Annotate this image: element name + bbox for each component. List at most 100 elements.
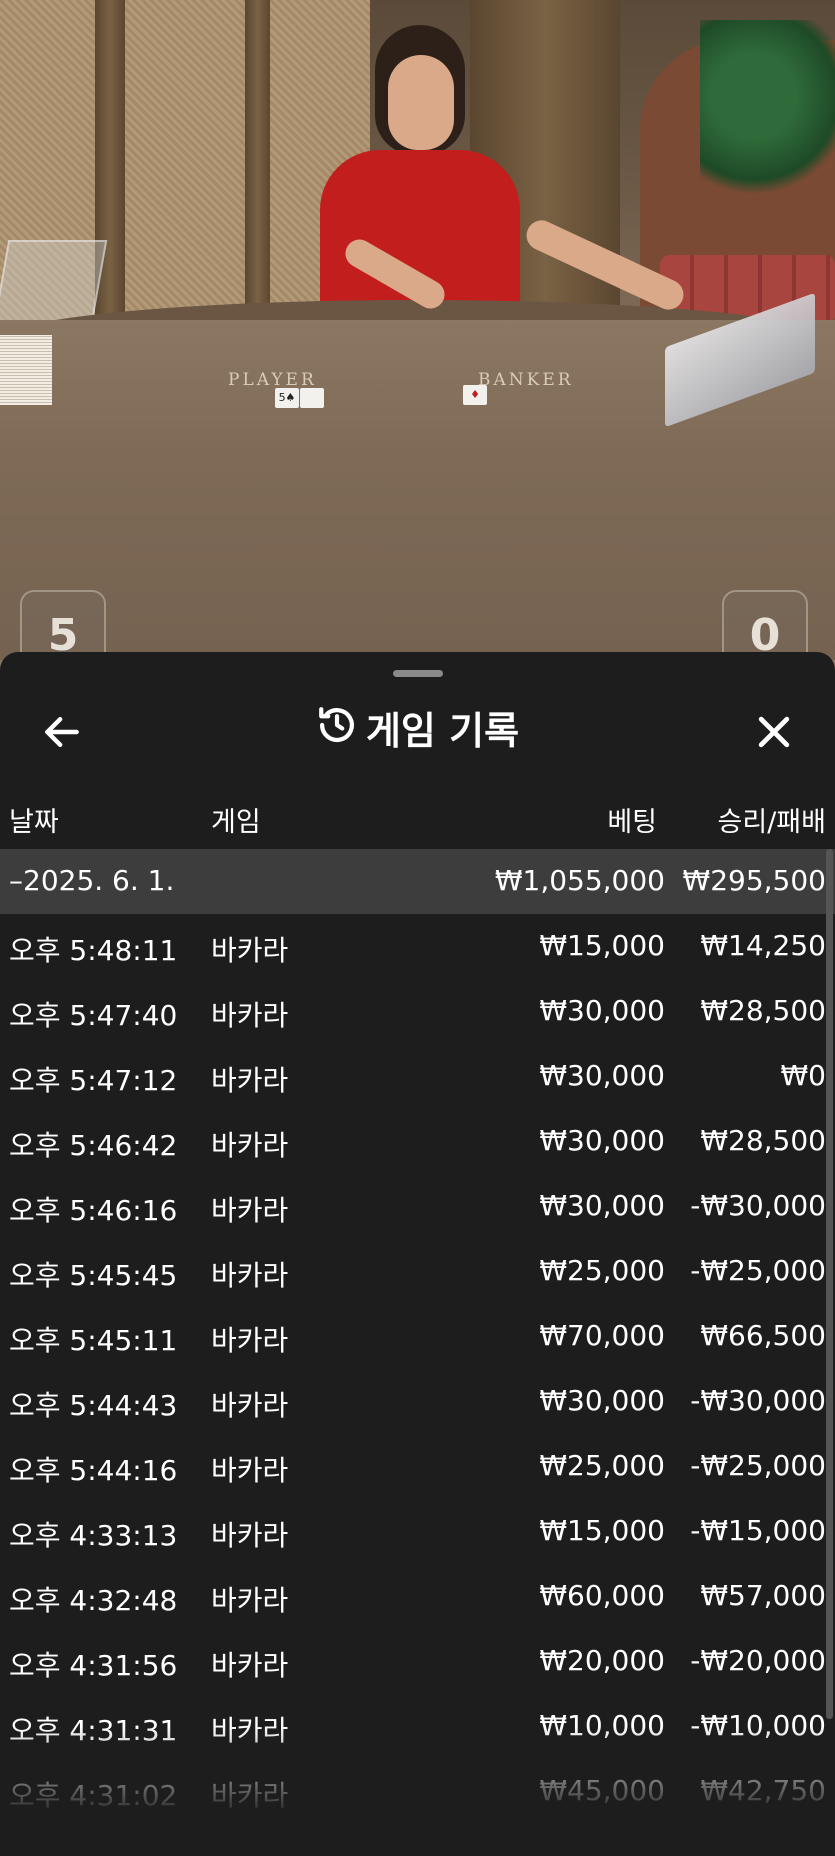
sheet-header: 게임 기록 — [0, 692, 835, 762]
row-game: 바카라 — [211, 1064, 289, 1097]
table-row[interactable]: 오후 5:44:16 바카라 ₩25,000 -₩25,000 — [0, 1434, 835, 1499]
history-icon — [316, 704, 358, 750]
row-time: 오후 5:48:11 — [9, 934, 178, 967]
wall-panel — [125, 0, 245, 320]
row-time: 오후 5:46:42 — [9, 1129, 178, 1162]
live-video: PLAYER BANKER 5♠ ♦ 5 0 — [0, 0, 835, 660]
column-result: 승리/패배 — [717, 807, 826, 838]
row-bet: ₩25,000 — [539, 1449, 665, 1482]
history-table: –2025. 6. 1. ₩1,055,000 ₩295,500 오후 5:48… — [0, 849, 835, 1824]
row-bet: ₩15,000 — [539, 1514, 665, 1547]
row-game: 바카라 — [211, 1259, 289, 1292]
felt-label-banker: BANKER — [478, 370, 574, 390]
row-bet: ₩70,000 — [539, 1319, 665, 1352]
row-result: ₩0 — [780, 1059, 827, 1092]
row-game: 바카라 — [211, 1324, 289, 1357]
banker-score: 0 — [722, 590, 808, 660]
close-button[interactable] — [752, 710, 796, 754]
column-game: 게임 — [211, 807, 261, 838]
arrow-left-icon — [45, 716, 79, 748]
row-time: 오후 4:31:02 — [9, 1779, 178, 1812]
row-bet: ₩20,000 — [539, 1644, 665, 1677]
row-bet: ₩30,000 — [539, 1124, 665, 1157]
table-row[interactable]: 오후 4:32:48 바카라 ₩60,000 ₩57,000 — [0, 1564, 835, 1629]
row-bet: ₩30,000 — [539, 1059, 665, 1092]
row-result: -₩10,000 — [690, 1709, 826, 1742]
table-row[interactable]: 오후 5:45:45 바카라 ₩25,000 -₩25,000 — [0, 1239, 835, 1304]
table-row[interactable]: 오후 4:31:31 바카라 ₩10,000 -₩10,000 — [0, 1694, 835, 1759]
row-time: 오후 4:31:56 — [9, 1649, 178, 1682]
row-time: 오후 5:44:43 — [9, 1389, 178, 1422]
group-bet-total: ₩1,055,000 — [494, 864, 665, 897]
row-time: 오후 5:45:11 — [9, 1324, 178, 1357]
table-row[interactable]: 오후 4:31:56 바카라 ₩20,000 -₩20,000 — [0, 1629, 835, 1694]
banker-card: ♦ — [463, 385, 487, 405]
card-deck — [0, 335, 52, 405]
scrollbar[interactable] — [826, 849, 833, 1719]
group-result-total: ₩295,500 — [682, 864, 826, 897]
row-time: 오후 4:32:48 — [9, 1584, 178, 1617]
dealer-face — [388, 55, 454, 150]
player-card — [300, 388, 324, 408]
close-icon — [758, 716, 790, 748]
row-game: 바카라 — [211, 999, 289, 1032]
row-bet: ₩60,000 — [539, 1579, 665, 1612]
row-time: 오후 5:44:16 — [9, 1454, 178, 1487]
row-game: 바카라 — [211, 1454, 289, 1487]
game-history-sheet: 게임 기록 날짜 게임 베팅 승리/패배 –2025. 6. 1. ₩1,055… — [0, 652, 835, 1856]
row-result: -₩20,000 — [690, 1644, 826, 1677]
row-result: -₩25,000 — [690, 1449, 826, 1482]
table-row[interactable]: 오후 5:46:42 바카라 ₩30,000 ₩28,500 — [0, 1109, 835, 1174]
row-bet: ₩10,000 — [539, 1709, 665, 1742]
page-title: 게임 기록 — [365, 708, 520, 753]
row-game: 바카라 — [211, 1129, 289, 1162]
table-row[interactable]: 오후 5:44:43 바카라 ₩30,000 -₩30,000 — [0, 1369, 835, 1434]
row-result: ₩57,000 — [700, 1579, 826, 1612]
row-bet: ₩30,000 — [539, 1189, 665, 1222]
row-result: ₩14,250 — [700, 929, 826, 962]
row-time: 오후 5:46:16 — [9, 1194, 178, 1227]
row-bet: ₩30,000 — [539, 994, 665, 1027]
row-bet: ₩25,000 — [539, 1254, 665, 1287]
row-time: 오후 5:45:45 — [9, 1259, 178, 1292]
table-row[interactable]: 오후 5:46:16 바카라 ₩30,000 -₩30,000 — [0, 1174, 835, 1239]
row-game: 바카라 — [211, 1779, 289, 1812]
table-row[interactable]: 오후 5:45:11 바카라 ₩70,000 ₩66,500 — [0, 1304, 835, 1369]
row-game: 바카라 — [211, 934, 289, 967]
row-result: ₩28,500 — [700, 1124, 826, 1157]
row-time: 오후 5:47:40 — [9, 999, 178, 1032]
table-row[interactable]: 오후 5:47:12 바카라 ₩30,000 ₩0 — [0, 1044, 835, 1109]
back-button[interactable] — [40, 710, 84, 754]
row-result: -₩25,000 — [690, 1254, 826, 1287]
column-headers: 날짜 게임 베팅 승리/패배 — [0, 800, 835, 840]
column-date: 날짜 — [9, 807, 59, 838]
row-time: 오후 5:47:12 — [9, 1064, 178, 1097]
row-result: ₩28,500 — [700, 994, 826, 1027]
row-game: 바카라 — [211, 1519, 289, 1552]
title-group: 게임 기록 — [0, 692, 835, 762]
row-game: 바카라 — [211, 1194, 289, 1227]
table-row[interactable]: 오후 4:31:02 바카라 ₩45,000 ₩42,750 — [0, 1759, 835, 1824]
row-result: -₩30,000 — [690, 1384, 826, 1417]
plant — [700, 20, 835, 210]
group-date: –2025. 6. 1. — [9, 864, 175, 897]
history-rows: 오후 5:48:11 바카라 ₩15,000 ₩14,250 오후 5:47:40 바카라… — [0, 914, 835, 1824]
player-score: 5 — [20, 590, 106, 660]
row-result: ₩66,500 — [700, 1319, 826, 1352]
row-game: 바카라 — [211, 1714, 289, 1747]
row-time: 오후 4:33:13 — [9, 1519, 178, 1552]
row-game: 바카라 — [211, 1584, 289, 1617]
pillar — [245, 0, 270, 330]
table-row[interactable]: 오후 4:33:13 바카라 ₩15,000 -₩15,000 — [0, 1499, 835, 1564]
row-result: -₩30,000 — [690, 1189, 826, 1222]
row-bet: ₩45,000 — [539, 1774, 665, 1807]
row-result: ₩42,750 — [700, 1774, 826, 1807]
row-bet: ₩30,000 — [539, 1384, 665, 1417]
date-group-row[interactable]: –2025. 6. 1. ₩1,055,000 ₩295,500 — [0, 849, 835, 914]
felt-label-player: PLAYER — [228, 370, 317, 390]
table-row[interactable]: 오후 5:47:40 바카라 ₩30,000 ₩28,500 — [0, 979, 835, 1044]
drag-handle[interactable] — [393, 670, 443, 677]
row-bet: ₩15,000 — [539, 929, 665, 962]
table-row[interactable]: 오후 5:48:11 바카라 ₩15,000 ₩14,250 — [0, 914, 835, 979]
row-result: -₩15,000 — [690, 1514, 826, 1547]
